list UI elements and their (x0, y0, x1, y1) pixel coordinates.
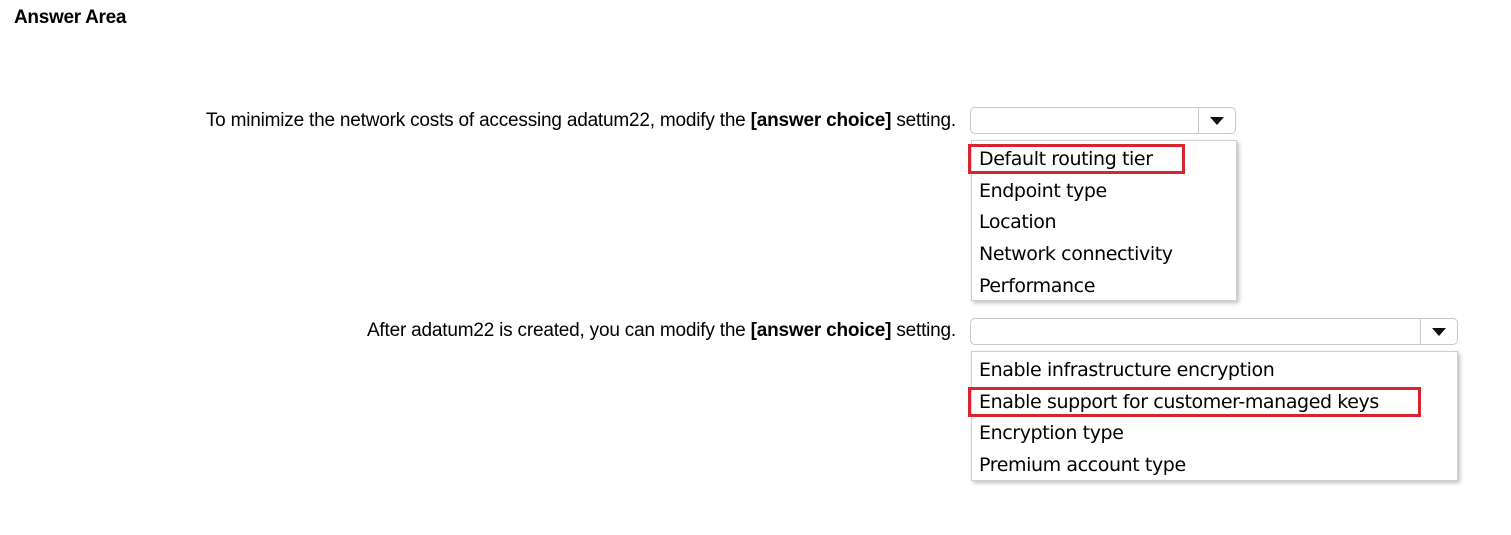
question-1-text: To minimize the network costs of accessi… (206, 110, 956, 132)
answer-area-title: Answer Area (14, 7, 127, 28)
question-2-suffix: setting. (891, 320, 956, 341)
option-label: Location (979, 211, 1057, 234)
option-label: Premium account type (979, 454, 1186, 477)
question-1-prefix: To minimize the network costs of accessi… (205, 110, 751, 131)
question-2-option-enable-infrastructure-encryption[interactable]: Enable infrastructure encryption (972, 355, 1457, 387)
option-label: Performance (979, 274, 1096, 297)
question-1-option-network-connectivity[interactable]: Network connectivity (972, 239, 1236, 271)
question-1-emphasis: [answer choice] (750, 110, 892, 131)
question-1-dropdown[interactable] (970, 107, 1236, 134)
question-2-emphasis: [answer choice] (750, 320, 892, 341)
question-1-options-list: Default routing tier Endpoint type Locat… (968, 140, 1237, 303)
question-1-dropdown-button[interactable] (1198, 108, 1235, 133)
question-1-option-endpoint-type[interactable]: Endpoint type (972, 176, 1236, 208)
question-2-dropdown[interactable] (970, 318, 1458, 345)
answer-highlight-box (968, 386, 1421, 417)
option-label: Enable infrastructure encryption (979, 359, 1275, 381)
question-2-dropdown-button[interactable] (1420, 319, 1457, 344)
question-1-suffix: setting. (891, 110, 956, 131)
option-label: Endpoint type (979, 179, 1107, 202)
question-1-option-performance[interactable]: Performance (972, 271, 1236, 303)
question-2-prefix: After adatum22 is created, you can modif… (366, 320, 751, 341)
answer-highlight-box (968, 144, 1185, 174)
question-2-text: After adatum22 is created, you can modif… (367, 320, 956, 342)
option-label: Encryption type (979, 422, 1124, 445)
chevron-down-icon (1210, 116, 1224, 125)
question-2-option-enable-customer-managed-keys[interactable]: Enable support for customer-managed keys (968, 386, 1457, 419)
question-2-options-list: Enable infrastructure encryption Enable … (968, 351, 1458, 482)
question-1-option-default-routing-tier[interactable]: Default routing tier (968, 144, 1236, 176)
question-2-option-encryption-type[interactable]: Encryption type (972, 418, 1457, 450)
option-label: Network connectivity (979, 243, 1173, 266)
chevron-down-icon (1432, 327, 1446, 336)
question-1-option-location[interactable]: Location (972, 207, 1236, 239)
question-2-option-premium-account-type[interactable]: Premium account type (972, 450, 1457, 482)
